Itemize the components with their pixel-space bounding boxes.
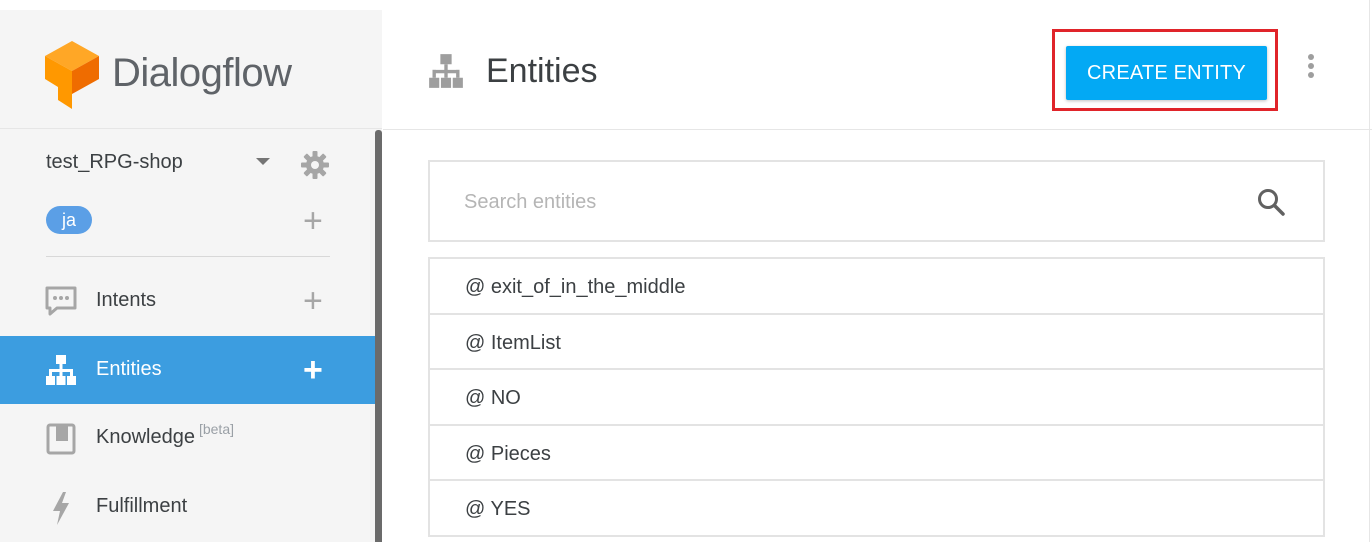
add-language-plus-icon[interactable]: +: [303, 204, 323, 238]
entity-name: @ exit_of_in_the_middle: [465, 276, 686, 298]
divider: [46, 256, 330, 257]
sidebar-item-entities[interactable]: Entities +: [0, 336, 375, 404]
language-row: ja +: [46, 204, 336, 238]
language-badge[interactable]: ja: [46, 206, 92, 234]
entity-row[interactable]: @ YES: [430, 481, 1323, 537]
entity-row[interactable]: @ ItemList: [430, 315, 1323, 371]
create-entity-button[interactable]: CREATE ENTITY: [1066, 46, 1267, 100]
sidebar-item-label: Knowledge [beta]: [96, 421, 234, 448]
agent-selector: test_RPG-shop: [46, 148, 336, 180]
brand-header: Dialogflow: [0, 10, 382, 129]
sidebar-item-label: Entities: [96, 358, 162, 380]
more-vert-icon[interactable]: [1304, 54, 1318, 82]
entity-name: @ Pieces: [465, 442, 551, 465]
beta-badge: [beta]: [198, 421, 234, 437]
sidebar-item-knowledge[interactable]: Knowledge [beta]: [0, 404, 375, 472]
search-box: [428, 160, 1325, 242]
dialogflow-logo-icon: [45, 41, 99, 109]
chat-icon: [45, 286, 77, 316]
gear-icon[interactable]: [300, 150, 330, 180]
add-entity-plus-icon[interactable]: +: [303, 353, 323, 387]
hierarchy-icon: [46, 355, 76, 385]
bolt-icon: [53, 492, 69, 525]
entity-list: @ exit_of_in_the_middle @ ItemList @ NO …: [428, 257, 1325, 537]
entity-name: @ YES: [465, 498, 531, 521]
sidebar-item-label: Intents: [96, 289, 157, 311]
entity-name: @ NO: [465, 387, 521, 410]
chevron-down-icon[interactable]: [256, 158, 270, 165]
add-intent-plus-icon[interactable]: +: [303, 284, 323, 318]
sidebar: Dialogflow test_RPG-shop ja + Intents + …: [0, 0, 382, 542]
entity-row[interactable]: @ NO: [430, 370, 1323, 426]
hierarchy-icon: [429, 54, 463, 88]
brand-name: Dialogflow: [112, 51, 292, 95]
page-title: Entities: [486, 52, 598, 90]
entity-row[interactable]: @ Pieces: [430, 426, 1323, 482]
entity-row[interactable]: @ exit_of_in_the_middle: [430, 259, 1323, 315]
search-input[interactable]: [464, 187, 1224, 217]
main-header: Entities CREATE ENTITY: [383, 10, 1372, 130]
sidebar-item-label: Fulfillment: [96, 495, 188, 517]
right-edge-divider: [1369, 0, 1370, 542]
entity-name: @ ItemList: [465, 331, 561, 354]
sidebar-item-fulfillment[interactable]: Fulfillment: [0, 473, 375, 541]
sidebar-item-intents[interactable]: Intents +: [0, 267, 375, 335]
agent-name[interactable]: test_RPG-shop: [46, 151, 183, 174]
top-strip: [0, 0, 382, 10]
sidebar-scrollbar[interactable]: [375, 130, 382, 542]
book-icon: [46, 423, 76, 455]
search-icon[interactable]: [1256, 187, 1286, 217]
